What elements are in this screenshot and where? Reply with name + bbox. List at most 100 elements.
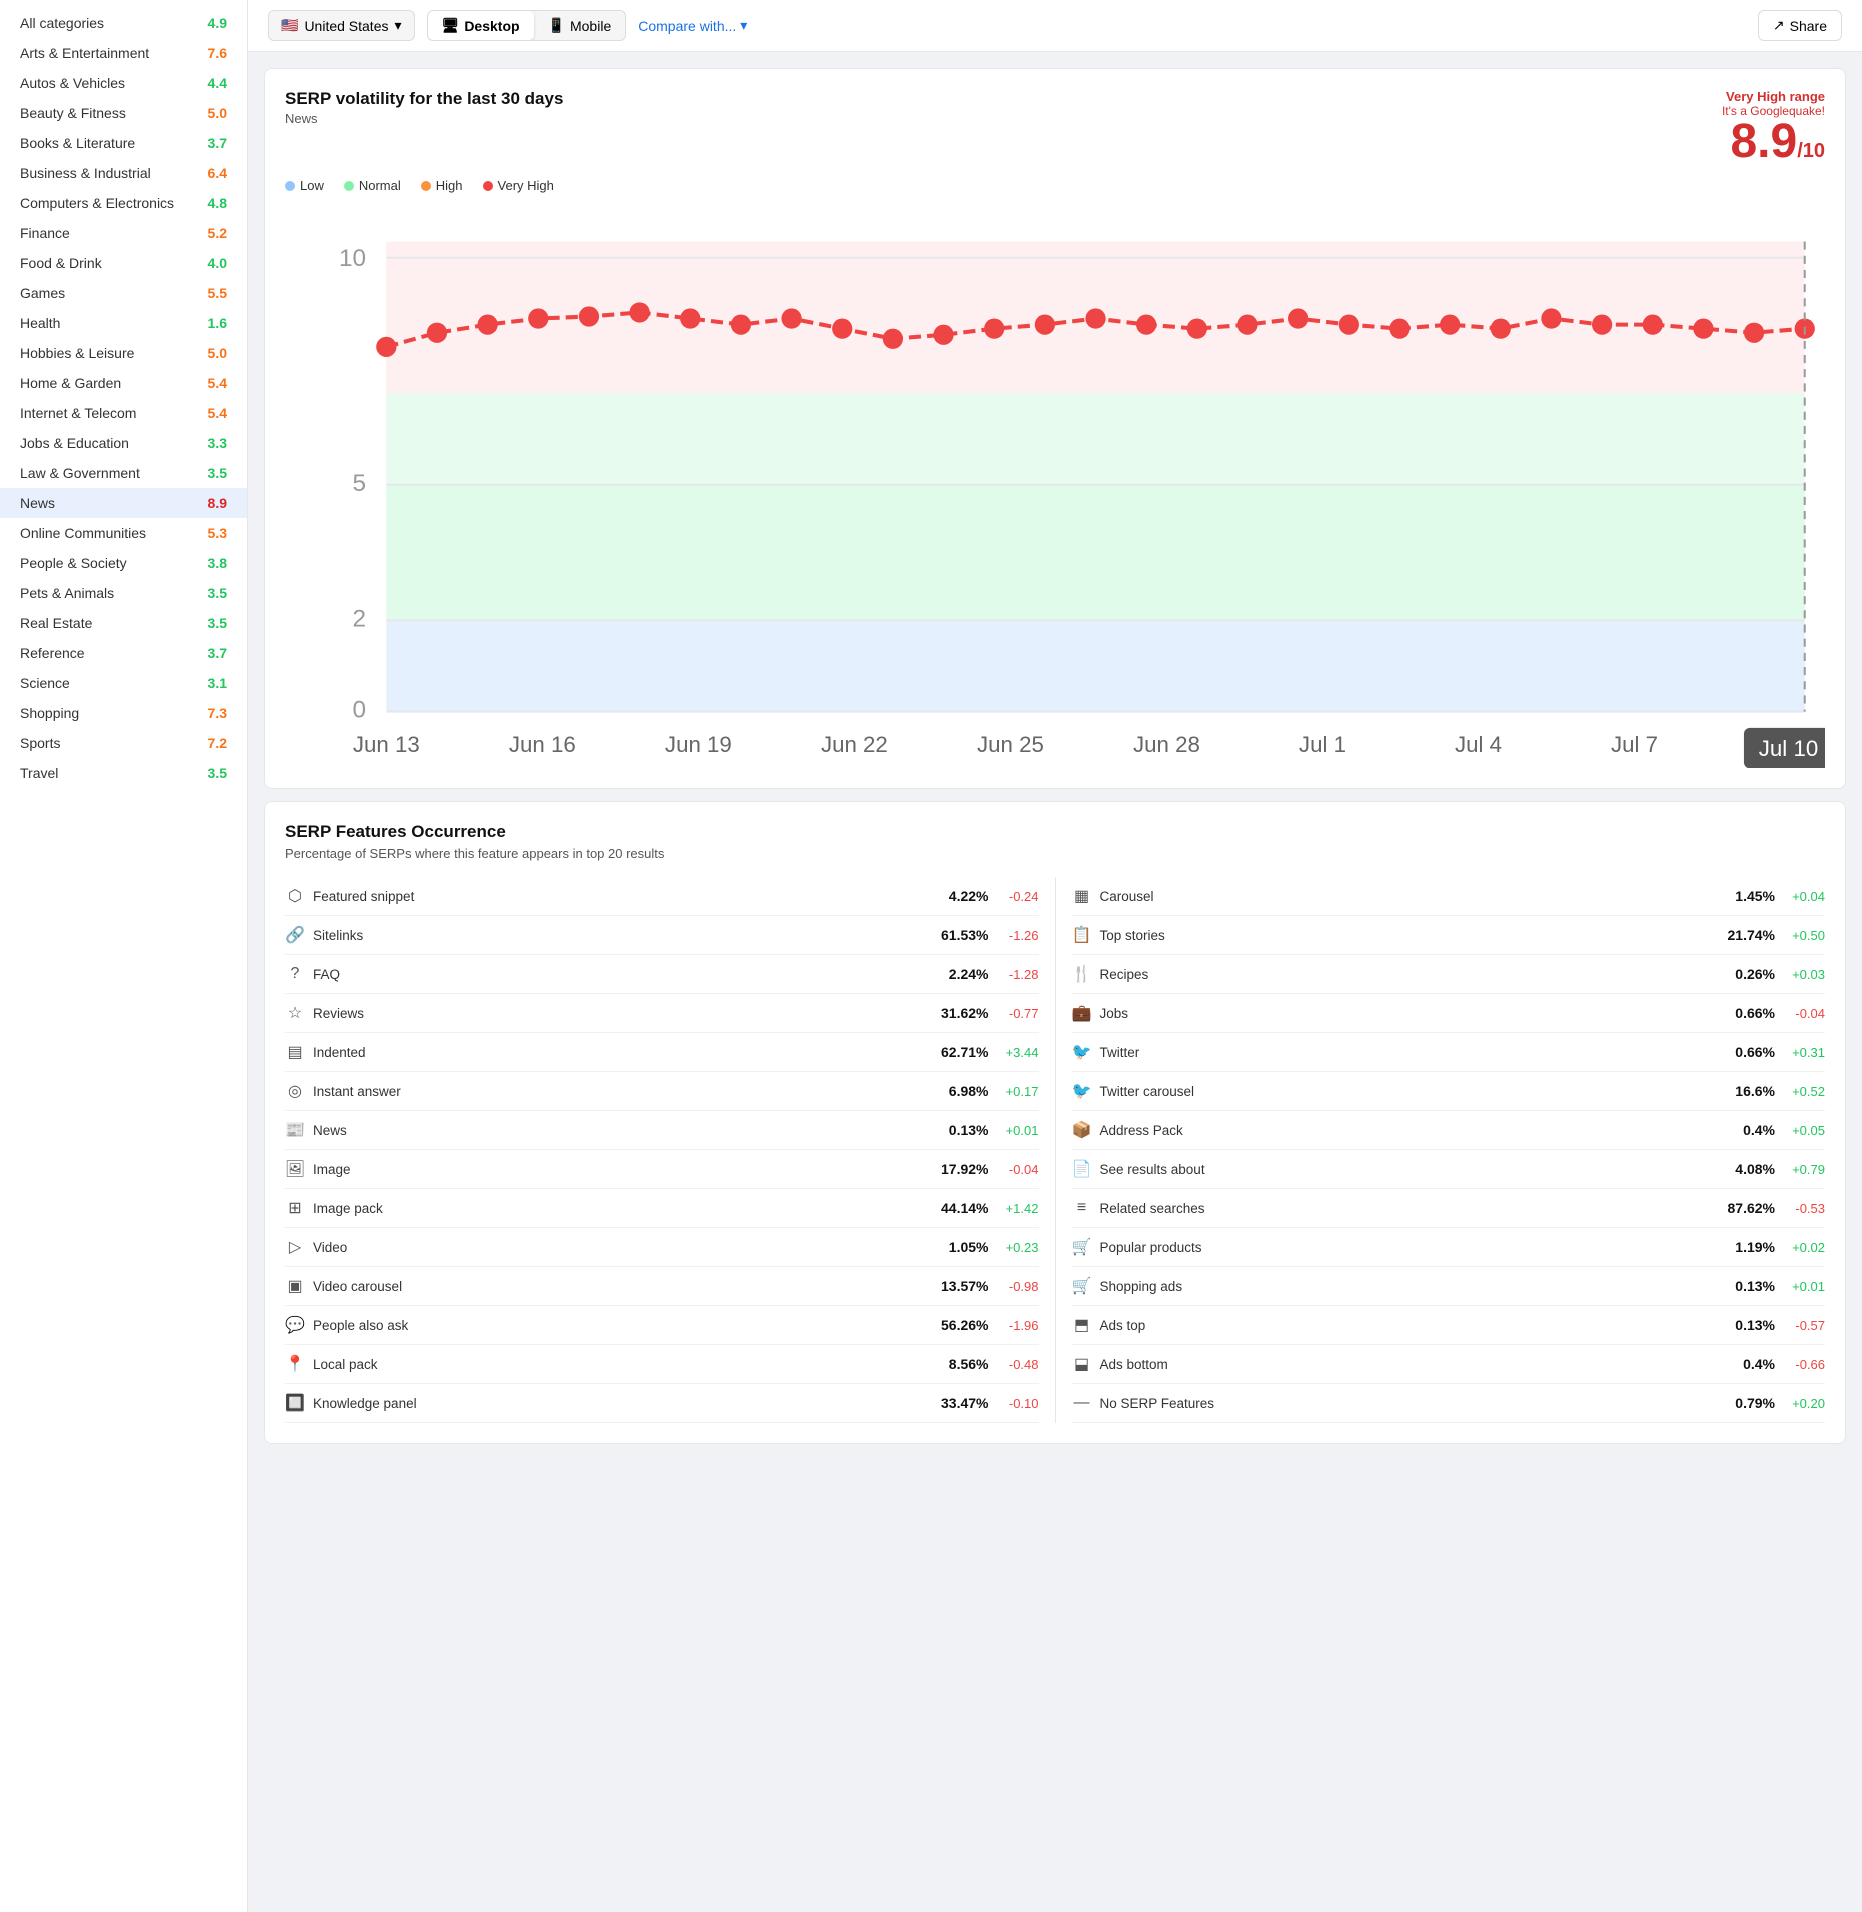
feature-icon: 🐦 [1072, 1042, 1092, 1062]
category-name: Sports [20, 735, 60, 751]
feature-pct: 0.26% [1723, 966, 1775, 982]
volatility-range-label: Very High range [1722, 89, 1825, 104]
category-name: Food & Drink [20, 255, 102, 271]
mobile-btn[interactable]: 📱 Mobile [534, 11, 626, 40]
feature-change: -0.57 [1783, 1318, 1825, 1333]
feature-icon: ⬡ [285, 886, 305, 906]
feature-pct: 0.66% [1723, 1005, 1775, 1021]
country-selector[interactable]: 🇺🇸 United States ▾ [268, 10, 415, 41]
sidebar-item[interactable]: Science 3.1 [0, 668, 247, 698]
volatility-score: 8.9 [1730, 115, 1797, 168]
sidebar-item[interactable]: Autos & Vehicles 4.4 [0, 68, 247, 98]
feature-name: People also ask [313, 1318, 929, 1333]
feature-name: Indented [313, 1045, 929, 1060]
svg-text:Jun 19: Jun 19 [665, 732, 732, 757]
feature-icon: 💬 [285, 1315, 305, 1335]
sidebar-item[interactable]: Law & Government 3.5 [0, 458, 247, 488]
country-flag: 🇺🇸 [281, 17, 298, 34]
svg-text:Jun 25: Jun 25 [977, 732, 1044, 757]
feature-pct: 31.62% [937, 1005, 989, 1021]
feature-icon: 🔲 [285, 1393, 305, 1413]
sidebar-item[interactable]: Business & Industrial 6.4 [0, 158, 247, 188]
legend-normal: Normal [344, 178, 401, 193]
share-button[interactable]: ↗ Share [1758, 10, 1842, 41]
feature-pct: 13.57% [937, 1278, 989, 1294]
sidebar-item[interactable]: Books & Literature 3.7 [0, 128, 247, 158]
feature-icon: ⊞ [285, 1198, 305, 1218]
feature-icon: — [1072, 1393, 1092, 1413]
line-chart-svg: 10 5 2 0 [285, 201, 1825, 768]
feature-row: 🔲 Knowledge panel 33.47% -0.10 [285, 1384, 1039, 1423]
category-name: Travel [20, 765, 58, 781]
feature-row: ≡ Related searches 87.62% -0.53 [1072, 1189, 1826, 1228]
svg-text:0: 0 [353, 697, 367, 724]
feature-row: 🛒 Shopping ads 0.13% +0.01 [1072, 1267, 1826, 1306]
feature-row: 📦 Address Pack 0.4% +0.05 [1072, 1111, 1826, 1150]
feature-pct: 0.79% [1723, 1395, 1775, 1411]
svg-text:5: 5 [353, 470, 367, 497]
sidebar-item[interactable]: Reference 3.7 [0, 638, 247, 668]
category-name: Books & Literature [20, 135, 135, 151]
category-name: Shopping [20, 705, 79, 721]
feature-pct: 61.53% [937, 927, 989, 943]
sidebar-item[interactable]: Travel 3.5 [0, 758, 247, 788]
feature-row: 🔗 Sitelinks 61.53% -1.26 [285, 916, 1039, 955]
category-score: 8.9 [208, 495, 227, 511]
zone-normal [386, 485, 1804, 621]
feature-row: 🛒 Popular products 1.19% +0.02 [1072, 1228, 1826, 1267]
feature-pct: 1.45% [1723, 888, 1775, 904]
feature-icon: ☆ [285, 1003, 305, 1023]
sidebar-item[interactable]: Games 5.5 [0, 278, 247, 308]
feature-change: -1.26 [997, 928, 1039, 943]
sidebar-item[interactable]: Home & Garden 5.4 [0, 368, 247, 398]
sidebar: All categories 4.9 Arts & Entertainment … [0, 0, 248, 1912]
feature-pct: 17.92% [937, 1161, 989, 1177]
feature-icon: ▷ [285, 1237, 305, 1257]
sidebar-item[interactable]: Finance 5.2 [0, 218, 247, 248]
desktop-btn[interactable]: 🖥 Desktop [428, 11, 534, 40]
sidebar-item[interactable]: Online Communities 5.3 [0, 518, 247, 548]
compare-button[interactable]: Compare with... ▾ [638, 17, 747, 34]
feature-change: -0.98 [997, 1279, 1039, 1294]
sidebar-item[interactable]: Computers & Electronics 4.8 [0, 188, 247, 218]
sidebar-item[interactable]: Food & Drink 4.0 [0, 248, 247, 278]
feature-name: Video [313, 1240, 929, 1255]
category-name: Pets & Animals [20, 585, 114, 601]
feature-row: 📍 Local pack 8.56% -0.48 [285, 1345, 1039, 1384]
feature-pct: 0.13% [1723, 1317, 1775, 1333]
svg-text:Jul 7: Jul 7 [1611, 732, 1658, 757]
sidebar-item[interactable]: Health 1.6 [0, 308, 247, 338]
category-score: 3.7 [208, 645, 227, 661]
category-name: Games [20, 285, 65, 301]
feature-icon: ? [285, 964, 305, 984]
legend-normal-dot [344, 181, 354, 191]
category-score: 7.6 [208, 45, 227, 61]
feature-name: Carousel [1100, 889, 1716, 904]
category-score: 5.4 [208, 405, 227, 421]
zone-low [386, 620, 1804, 711]
feature-row: 📰 News 0.13% +0.01 [285, 1111, 1039, 1150]
svg-text:Jul 4: Jul 4 [1455, 732, 1502, 757]
feature-row: ? FAQ 2.24% -1.28 [285, 955, 1039, 994]
sidebar-item[interactable]: Sports 7.2 [0, 728, 247, 758]
sidebar-item[interactable]: Jobs & Education 3.3 [0, 428, 247, 458]
sidebar-item[interactable]: All categories 4.9 [0, 8, 247, 38]
feature-change: +0.50 [1783, 928, 1825, 943]
sidebar-item[interactable]: Shopping 7.3 [0, 698, 247, 728]
sidebar-item[interactable]: Internet & Telecom 5.4 [0, 398, 247, 428]
category-name: Hobbies & Leisure [20, 345, 134, 361]
sidebar-item[interactable]: Beauty & Fitness 5.0 [0, 98, 247, 128]
sidebar-item[interactable]: Hobbies & Leisure 5.0 [0, 338, 247, 368]
sidebar-item[interactable]: News 8.9 [0, 488, 247, 518]
sidebar-item[interactable]: Real Estate 3.5 [0, 608, 247, 638]
feature-icon: 🔗 [285, 925, 305, 945]
sidebar-item[interactable]: People & Society 3.8 [0, 548, 247, 578]
feature-row: 🖼 Image 17.92% -0.04 [285, 1150, 1039, 1189]
category-name: Jobs & Education [20, 435, 129, 451]
legend-low: Low [285, 178, 324, 193]
sidebar-item[interactable]: Arts & Entertainment 7.6 [0, 38, 247, 68]
feature-change: +0.79 [1783, 1162, 1825, 1177]
feature-change: -0.10 [997, 1396, 1039, 1411]
sidebar-item[interactable]: Pets & Animals 3.5 [0, 578, 247, 608]
feature-row: ⊞ Image pack 44.14% +1.42 [285, 1189, 1039, 1228]
